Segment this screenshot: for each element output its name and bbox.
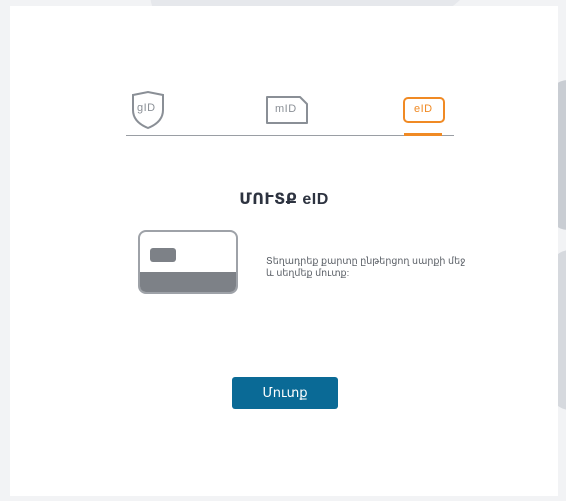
tab-eid-label: eID — [414, 103, 433, 115]
card-stripe — [140, 272, 236, 292]
tab-mid-label: mID — [275, 103, 297, 115]
card-chip — [150, 248, 176, 262]
instruction-text: Տեղադրեք քարտը ընթերցող սարքի մեջ և սեղմ… — [266, 256, 466, 279]
tab-mid[interactable]: mID — [264, 90, 310, 130]
tab-gid[interactable]: gID — [128, 90, 168, 130]
tab-gid-label: gID — [137, 102, 156, 114]
tab-active-indicator — [404, 133, 442, 136]
page-title: ՄՈՒՏՔ eID — [239, 191, 329, 208]
login-method-tabs: gID mID eID — [126, 86, 454, 136]
tab-eid[interactable]: eID — [402, 90, 446, 130]
id-card-reader-icon — [138, 230, 238, 294]
login-panel: gID mID eID ՄՈՒՏՔ eID Տեղադրեք քարտը ընթ… — [10, 6, 558, 496]
login-button[interactable]: Մուտք — [232, 377, 338, 409]
